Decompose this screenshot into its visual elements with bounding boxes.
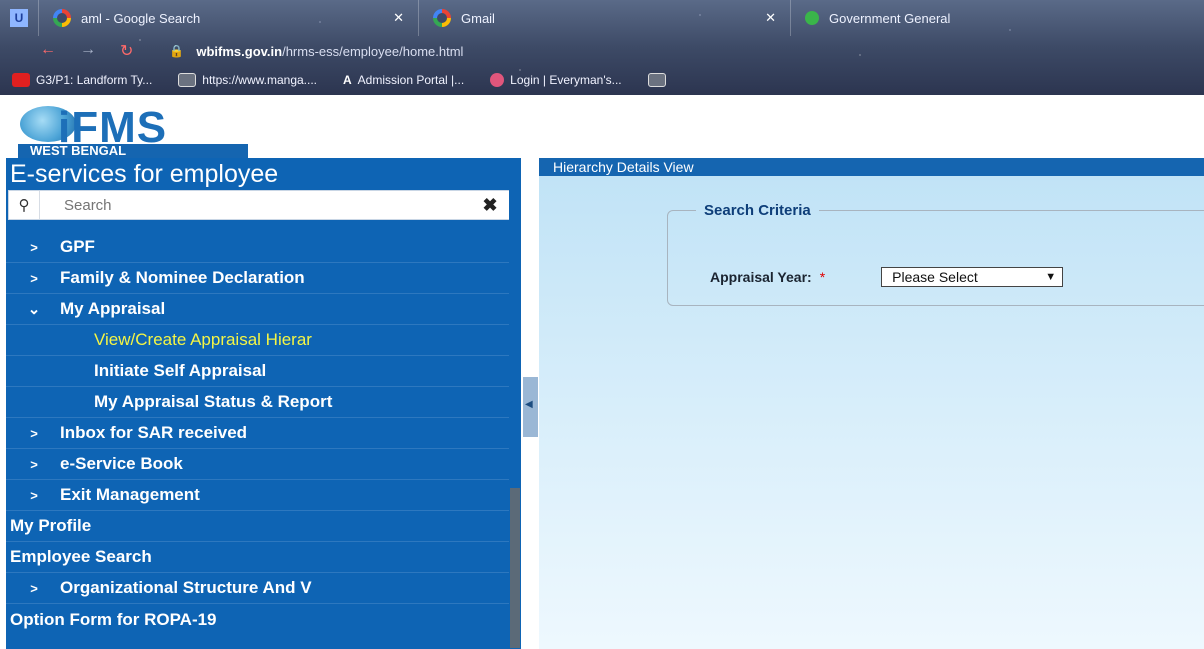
chevron-right-icon: > [30, 239, 38, 255]
sidebar-item-view-create-hierarchy[interactable]: View/Create Appraisal Hierar [6, 325, 511, 356]
panel-splitter[interactable]: ◀ [521, 158, 539, 649]
required-mark: * [819, 269, 826, 285]
chevron-right-icon: > [30, 580, 38, 596]
close-icon[interactable]: ✕ [393, 10, 404, 26]
sidebar-item-label: View/Create Appraisal Hierar [94, 330, 312, 349]
sidebar-scrollbar[interactable] [509, 158, 521, 649]
sidebar-item-label: GPF [60, 237, 95, 256]
bookmark-label: Admission Portal |... [357, 73, 465, 87]
sidebar-menu: > GPF > Family & Nominee Declaration ⌄ My A… [6, 232, 511, 635]
bookmark-label: G3/P1: Landform Ty... [36, 73, 153, 87]
sidebar-item-label: Employee Search [10, 547, 152, 566]
main-panel: Hierarchy Details View Search Criteria A… [539, 158, 1204, 649]
browser-chrome: U aml - Google Search ✕ Gmail ✕ Governme… [0, 0, 1204, 95]
url-path: /hrms-ess/employee/home.html [282, 43, 464, 59]
sidebar-item-label: Inbox for SAR received [60, 423, 248, 442]
sidebar: E-services for employee ⚲ ✖ > GPF > Family… [6, 158, 511, 649]
chevron-right-icon: > [30, 425, 38, 441]
sidebar-item-service-book[interactable]: > e-Service Book [6, 449, 511, 480]
sidebar-item-initiate-self-appraisal[interactable]: Initiate Self Appraisal [6, 356, 511, 387]
search-input[interactable] [39, 191, 470, 219]
search-criteria-legend: Search Criteria [704, 202, 811, 219]
sidebar-item-label: Family & Nominee Declaration [60, 268, 305, 287]
tab-u[interactable]: U [0, 0, 39, 36]
sidebar-item-label: Organizational Structure And V [60, 578, 312, 597]
bookmark-label: Login | Everyman's... [510, 73, 622, 87]
google-icon [433, 9, 451, 27]
url-host: wbifms.gov.in [196, 43, 283, 59]
profile-icon: U [10, 9, 28, 27]
bookmark-label: https://www.manga.... [202, 73, 317, 87]
sidebar-item-appraisal-status[interactable]: My Appraisal Status & Report [6, 387, 511, 418]
collapse-left-icon[interactable]: ◀ [525, 399, 533, 410]
bookmark-item[interactable]: G3/P1: Landform Ty... [12, 73, 152, 87]
chevron-right-icon: > [30, 270, 38, 286]
chevron-down-icon: ⌄ [27, 301, 41, 318]
select-value: Please Select [892, 269, 978, 285]
scrollbar-thumb[interactable] [510, 488, 520, 648]
search-icon[interactable]: ⚲ [9, 196, 39, 214]
google-icon [53, 9, 71, 27]
panel-header: Hierarchy Details View [539, 158, 1204, 176]
sidebar-item-inbox-sar[interactable]: > Inbox for SAR received [6, 418, 511, 449]
sidebar-item-org-structure[interactable]: > Organizational Structure And V [6, 573, 511, 604]
site-icon [647, 73, 666, 87]
letter-a-icon: A [343, 73, 352, 87]
bookmark-item[interactable]: A Admission Portal |... [343, 73, 464, 87]
url-field[interactable]: 🔒 wbifms.gov.in/hrms-ess/employee/home.h… [169, 44, 463, 59]
sidebar-item-label: Option Form for ROPA-19 [10, 609, 217, 629]
back-icon[interactable]: ← [40, 41, 56, 61]
sidebar-item-label: Exit Management [60, 485, 200, 504]
reload-icon[interactable]: ↻ [120, 41, 133, 61]
sidebar-search: ⚲ ✖ [8, 190, 511, 220]
sidebar-item-option-form[interactable]: Option Form for ROPA-19 [6, 604, 511, 635]
address-bar: ← → ↻ 🔒 wbifms.gov.in/hrms-ess/employee/… [0, 38, 1204, 64]
lock-icon: 🔒 [169, 44, 185, 58]
bookmark-item[interactable]: https://www.manga.... [178, 73, 317, 87]
close-icon[interactable]: ✕ [765, 10, 776, 26]
forward-icon[interactable]: → [80, 41, 96, 61]
ifms-logo: iFMS WEST BENGAL [6, 98, 276, 158]
sidebar-item-my-appraisal[interactable]: ⌄ My Appraisal [6, 294, 511, 325]
search-criteria-fieldset: Search Criteria Appraisal Year: * Please… [667, 202, 1204, 306]
nav-buttons: ← → ↻ [0, 41, 133, 61]
logo-subtitle: WEST BENGAL [18, 144, 248, 158]
sidebar-item-family-nominee[interactable]: > Family & Nominee Declaration [6, 263, 511, 294]
youtube-icon [12, 73, 30, 87]
tab-label: Government General [829, 10, 951, 26]
sidebar-item-my-profile[interactable]: My Profile [6, 511, 511, 542]
tab-label: Gmail [461, 10, 495, 26]
appraisal-year-row: Appraisal Year: * Please Select ▼ [710, 267, 1064, 287]
clear-icon[interactable]: ✖ [470, 195, 510, 216]
tab-label: aml - Google Search [81, 10, 201, 26]
chevron-right-icon: > [30, 487, 38, 503]
bookmarks-bar: G3/P1: Landform Ty... https://www.manga.… [0, 66, 1204, 94]
chevron-right-icon: > [30, 456, 38, 472]
sidebar-item-gpf[interactable]: > GPF [6, 232, 511, 263]
appraisal-year-select[interactable]: Please Select ▼ [881, 267, 1064, 287]
tab-gmail[interactable]: Gmail ✕ [419, 0, 791, 36]
tab-strip: U aml - Google Search ✕ Gmail ✕ Governme… [0, 0, 1204, 36]
sidebar-item-label: My Appraisal [60, 299, 166, 318]
site-icon [490, 73, 505, 87]
sidebar-item-label: Initiate Self Appraisal [94, 361, 267, 380]
sidebar-title: E-services for employee [10, 160, 279, 188]
sidebar-item-employee-search[interactable]: Employee Search [6, 542, 511, 573]
sidebar-item-label: My Profile [10, 516, 92, 535]
bookmark-item[interactable]: Login | Everyman's... [490, 73, 622, 87]
sidebar-item-label: e-Service Book [60, 454, 183, 473]
appraisal-year-label: Appraisal Year: [710, 269, 812, 285]
gov-icon [805, 11, 819, 25]
bookmark-item[interactable] [647, 73, 666, 87]
tab-google-search[interactable]: aml - Google Search ✕ [39, 0, 419, 36]
sidebar-item-label: My Appraisal Status & Report [94, 392, 333, 411]
site-icon [178, 73, 197, 87]
tab-government[interactable]: Government General [791, 0, 964, 36]
sidebar-item-exit-management[interactable]: > Exit Management [6, 480, 511, 511]
chevron-down-icon: ▼ [1045, 271, 1057, 283]
